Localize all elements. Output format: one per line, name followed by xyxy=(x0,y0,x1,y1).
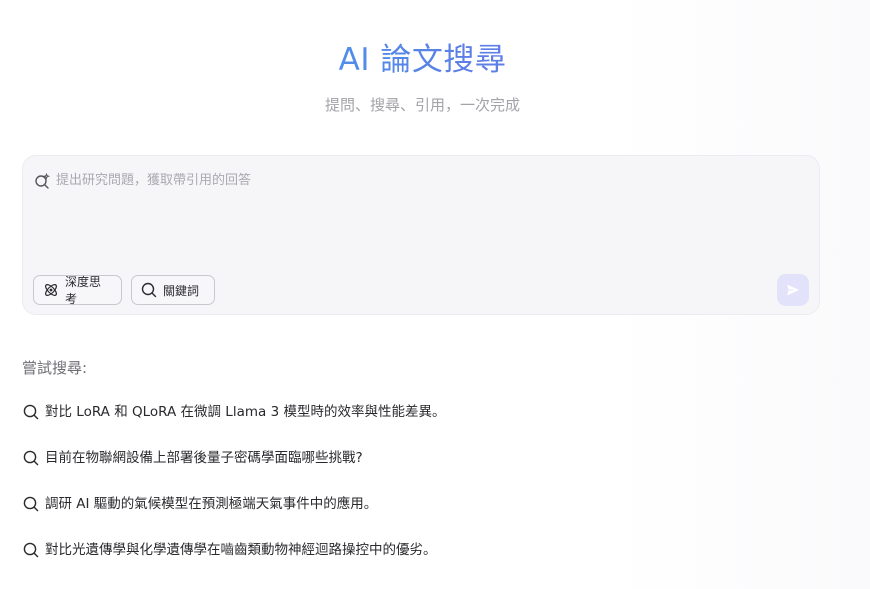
search-input[interactable]: 提出研究問題，獲取帶引用的回答 xyxy=(56,172,251,190)
suggestion-text: 對比 LoRA 和 QLoRA 在微調 Llama 3 模型時的效率與性能差異。 xyxy=(45,404,446,420)
send-button[interactable] xyxy=(777,274,809,306)
send-icon xyxy=(787,284,799,296)
sparkle-search-icon xyxy=(34,172,50,189)
suggestion-text: 對比光遺傳學與化學遺傳學在嚙齒類動物神經迴路操控中的優劣。 xyxy=(45,542,437,558)
keyword-button[interactable]: 關鍵詞 xyxy=(131,275,215,305)
search-icon xyxy=(23,450,39,466)
search-icon xyxy=(23,496,39,512)
suggestions-heading: 嘗試搜尋: xyxy=(22,359,88,377)
page-subtitle: 提問、搜尋、引用，一次完成 xyxy=(324,96,520,114)
suggestion-text: 調研 AI 驅動的氣候模型在預測極端天氣事件中的應用。 xyxy=(45,496,378,512)
keyword-label: 關鍵詞 xyxy=(163,283,200,298)
suggestion-item[interactable]: 目前在物聯網設備上部署後量子密碼學面臨哪些挑戰? xyxy=(23,448,363,468)
deep-thinking-label: 深度思考 xyxy=(65,275,102,306)
search-icon xyxy=(23,404,39,420)
suggestion-item[interactable]: 對比光遺傳學與化學遺傳學在嚙齒類動物神經迴路操控中的優劣。 xyxy=(23,540,437,560)
search-box[interactable]: 提出研究問題，獲取帶引用的回答 深度思考 關鍵詞 xyxy=(22,155,820,315)
page: AI 論文搜尋 提問、搜尋、引用，一次完成 提出研究問題，獲取帶引用的回答 深度… xyxy=(0,0,870,589)
deep-thinking-button[interactable]: 深度思考 xyxy=(33,275,122,306)
atom-icon xyxy=(45,284,57,296)
search-icon xyxy=(23,542,39,558)
page-title: AI 論文搜尋 xyxy=(0,40,845,80)
search-icon xyxy=(141,282,157,298)
suggestion-item[interactable]: 調研 AI 驅動的氣候模型在預測極端天氣事件中的應用。 xyxy=(23,494,377,514)
suggestion-item[interactable]: 對比 LoRA 和 QLoRA 在微調 Llama 3 模型時的效率與性能差異。 xyxy=(23,402,445,422)
suggestion-text: 目前在物聯網設備上部署後量子密碼學面臨哪些挑戰? xyxy=(45,450,363,466)
